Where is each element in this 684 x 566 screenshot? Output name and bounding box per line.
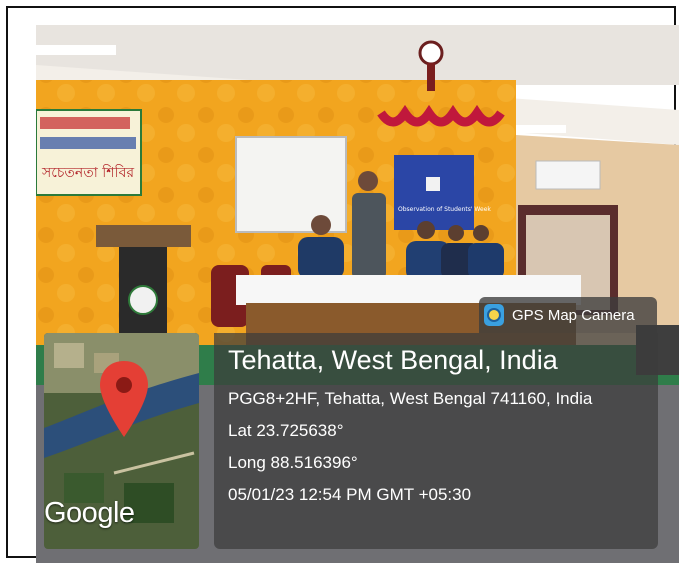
gps-map-camera-badge: GPS Map Camera <box>479 297 657 333</box>
gps-camera-icon <box>484 304 504 326</box>
datetime-line: 05/01/23 12:54 PM GMT +05:30 <box>228 485 472 504</box>
latitude-line: Lat 23.725638° <box>228 421 344 440</box>
right-banner-text: Observation of Students' Week <box>398 206 491 213</box>
longitude-line: Long 88.516396° <box>228 453 358 472</box>
mini-map: Google <box>44 333 199 549</box>
location-title: Tehatta, West Bengal, India <box>228 345 558 375</box>
google-logo: Google <box>44 497 135 529</box>
badge-label: GPS Map Camera <box>512 306 635 324</box>
left-banner-text: সচেতনতা শিবির <box>41 164 134 181</box>
location-info-panel: Tehatta, West Bengal, India PGG8+2HF, Te… <box>214 333 658 549</box>
address-line: PGG8+2HF, Tehatta, West Bengal 741160, I… <box>228 389 593 408</box>
